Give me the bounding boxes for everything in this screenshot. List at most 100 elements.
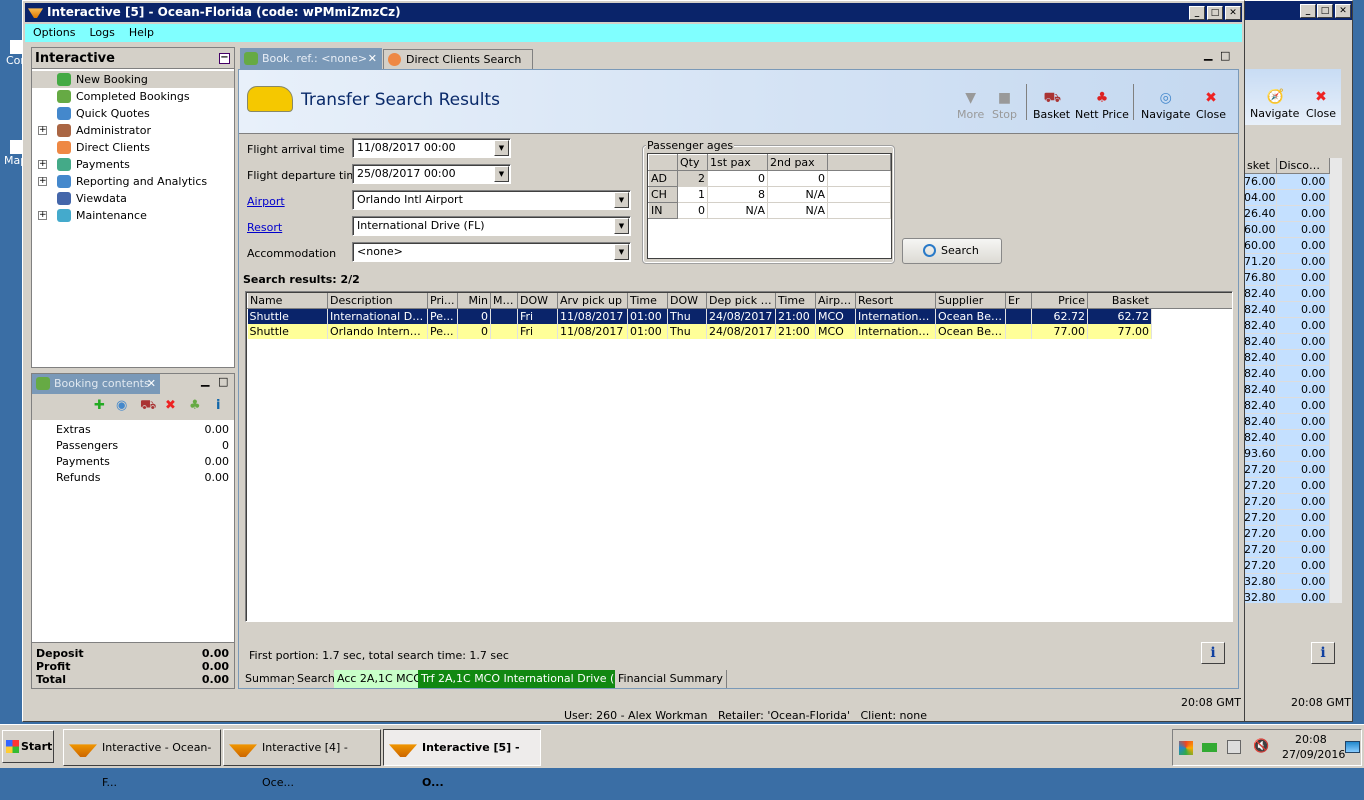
bg-close-tool-button[interactable]: ✖ Close	[1306, 89, 1336, 120]
nav-item-viewdata[interactable]: Viewdata	[32, 190, 234, 207]
info-button[interactable]: i	[1201, 642, 1225, 664]
taskbar-item[interactable]: Interactive [4] - Oce...	[223, 729, 381, 789]
bg-table-row[interactable]: 27.20 0.00	[1244, 461, 1330, 478]
add-icon[interactable]: ✚	[94, 398, 105, 413]
expand-icon[interactable]: +	[38, 177, 47, 186]
info-icon[interactable]: i	[216, 398, 220, 413]
navigate-button[interactable]: ◎ Navigate	[1141, 90, 1190, 121]
chevron-down-icon[interactable]: ▼	[614, 218, 629, 234]
bg-table-row[interactable]: 27.20 0.00	[1244, 477, 1330, 494]
resort-select[interactable]: International Drive (FL) ▼	[352, 216, 631, 236]
passenger-ages-grid[interactable]: Qty 1st pax 2nd pax AD 2 0 0 CH 1 8 N/A IN 0 N/A N/A	[648, 154, 891, 219]
bg-grid[interactable]: sket Discount 76.00 0.00 04.00 0.00 26.40 0.00…	[1244, 158, 1342, 603]
bg-navigate-button[interactable]: 🧭 Navigate	[1250, 89, 1299, 120]
bg-table-row[interactable]: 82.40 0.00	[1244, 285, 1330, 302]
nav-item-reporting-and-analytics[interactable]: + Reporting and Analytics	[32, 173, 234, 190]
column-header[interactable]: Price	[1031, 293, 1088, 309]
bg-table-row[interactable]: 04.00 0.00	[1244, 189, 1330, 206]
bg-table-row[interactable]: 27.20 0.00	[1244, 509, 1330, 526]
bg-table-row[interactable]: 32.80 0.00	[1244, 589, 1330, 603]
delete-icon[interactable]: ✖	[165, 398, 176, 413]
main-window[interactable]: Interactive [5] - Ocean-Florida (code: w…	[22, 0, 1245, 722]
bg-table-row[interactable]: 82.40 0.00	[1244, 397, 1330, 414]
column-header[interactable]: Dep pick up	[706, 293, 776, 309]
bg-table-row[interactable]: 82.40 0.00	[1244, 413, 1330, 430]
pax-cell[interactable]: 0	[707, 170, 768, 187]
column-header[interactable]: DOW	[667, 293, 707, 309]
pax-cell[interactable]: N/A	[767, 186, 828, 203]
search-button[interactable]: Search	[902, 238, 1002, 264]
accommodation-select[interactable]: <none> ▼	[352, 242, 631, 262]
close-button[interactable]: ✕	[1225, 6, 1241, 20]
more-button[interactable]: ▼ More	[957, 90, 984, 121]
column-header[interactable]: Pri...	[427, 293, 458, 309]
close-tab-icon[interactable]: ✕	[368, 48, 377, 70]
show-desktop-icon[interactable]	[1345, 741, 1360, 753]
palm-icon[interactable]: ♣	[189, 398, 201, 413]
bg-table-row[interactable]: 82.40 0.00	[1244, 333, 1330, 350]
nav-item-new-booking[interactable]: New Booking	[32, 71, 234, 88]
bg-table-row[interactable]: 82.40 0.00	[1244, 301, 1330, 318]
airport-link[interactable]: Airport	[247, 194, 285, 210]
bg-table-row[interactable]: 76.80 0.00	[1244, 269, 1330, 286]
column-header[interactable]: Resort	[855, 293, 936, 309]
panel-maximize-icon[interactable]: □	[218, 375, 228, 388]
antivirus-icon[interactable]	[1179, 741, 1193, 755]
bg-info-button[interactable]: i	[1311, 642, 1335, 664]
volume-muted-icon[interactable]: 🔇	[1253, 739, 1269, 754]
taskbar-item-active[interactable]: Interactive [5] - O...	[383, 729, 541, 789]
booking-contents-tab[interactable]: Booking contents ✕	[32, 374, 160, 394]
column-header[interactable]: Arv pick up	[557, 293, 628, 309]
start-button[interactable]: Start	[2, 730, 54, 763]
column-header[interactable]: Discount	[1276, 158, 1330, 174]
bg-table-row[interactable]: 82.40 0.00	[1244, 349, 1330, 366]
bottom-tab[interactable]: Search	[294, 670, 339, 688]
bg-table-row[interactable]: 27.20 0.00	[1244, 493, 1330, 510]
pax-cell[interactable]: 8	[707, 186, 768, 203]
column-header[interactable]: Supplier	[935, 293, 1006, 309]
column-header[interactable]: Description	[327, 293, 428, 309]
table-row[interactable]: ShuttleOrlando International...Pe...0 Fri…	[247, 324, 1152, 339]
nav-item-payments[interactable]: + Payments	[32, 156, 234, 173]
pax-cell[interactable]: N/A	[767, 202, 828, 219]
expand-icon[interactable]: +	[38, 160, 47, 169]
nav-item-administrator[interactable]: + Administrator	[32, 122, 234, 139]
panel-minimize-icon[interactable]: ▁	[201, 374, 209, 387]
table-row[interactable]: ShuttleInternational Drive...Pe...0 Fri11…	[247, 308, 1152, 324]
bottom-tab[interactable]: Financial Summary	[615, 670, 727, 688]
pax-cell[interactable]: 0	[767, 170, 828, 187]
taskbar-item[interactable]: Interactive - Ocean-F...	[63, 729, 221, 789]
bg-table-row[interactable]: 71.20 0.00	[1244, 253, 1330, 270]
bg-table-row[interactable]: 60.00 0.00	[1244, 221, 1330, 238]
bg-table-row[interactable]: 82.40 0.00	[1244, 429, 1330, 446]
column-header[interactable]: sket	[1244, 158, 1277, 174]
vertical-scrollbar[interactable]	[1330, 158, 1342, 603]
content-maximize-icon[interactable]: □	[1220, 49, 1230, 62]
clock-time[interactable]: 20:08	[1295, 733, 1327, 746]
bg-table-row[interactable]: 27.20 0.00	[1244, 525, 1330, 542]
airport-select[interactable]: Orlando Intl Airport ▼	[352, 190, 631, 210]
bg-table-row[interactable]: 93.60 0.00	[1244, 445, 1330, 462]
bg-table-row[interactable]: 82.40 0.00	[1244, 317, 1330, 334]
network-card-icon[interactable]	[1202, 743, 1217, 752]
bg-table-row[interactable]: 32.80 0.00	[1244, 573, 1330, 590]
nav-item-completed-bookings[interactable]: Completed Bookings	[32, 88, 234, 105]
bg-close-button[interactable]: ✕	[1335, 4, 1351, 18]
column-header[interactable]: Time	[627, 293, 668, 309]
clock-date[interactable]: 27/09/2016	[1282, 748, 1345, 761]
quote-icon[interactable]: ◉	[116, 398, 127, 413]
bg-minimize-button[interactable]: _	[1300, 4, 1316, 18]
tab-book-ref[interactable]: Book. ref.: <none> ✕	[240, 48, 382, 70]
results-grid[interactable]: Name Description Pri... Min Max DOW Arv pick u…	[245, 291, 1233, 622]
menu-logs[interactable]: Logs	[89, 26, 114, 39]
tab-direct-clients-search[interactable]: Direct Clients Search	[383, 49, 533, 69]
expand-icon[interactable]: +	[38, 126, 47, 135]
column-header[interactable]: Basket	[1087, 293, 1152, 309]
menu-help[interactable]: Help	[129, 26, 154, 39]
chevron-down-icon[interactable]: ▼	[494, 140, 509, 156]
column-header[interactable]: Er	[1005, 293, 1032, 309]
arrival-field[interactable]: 11/08/2017 00:00 ▼	[352, 138, 511, 158]
stop-button[interactable]: ■ Stop	[992, 90, 1017, 121]
chevron-down-icon[interactable]: ▼	[614, 192, 629, 208]
bottom-tab[interactable]: Trf 2A,1C MCO International Drive (FL)	[418, 670, 636, 688]
